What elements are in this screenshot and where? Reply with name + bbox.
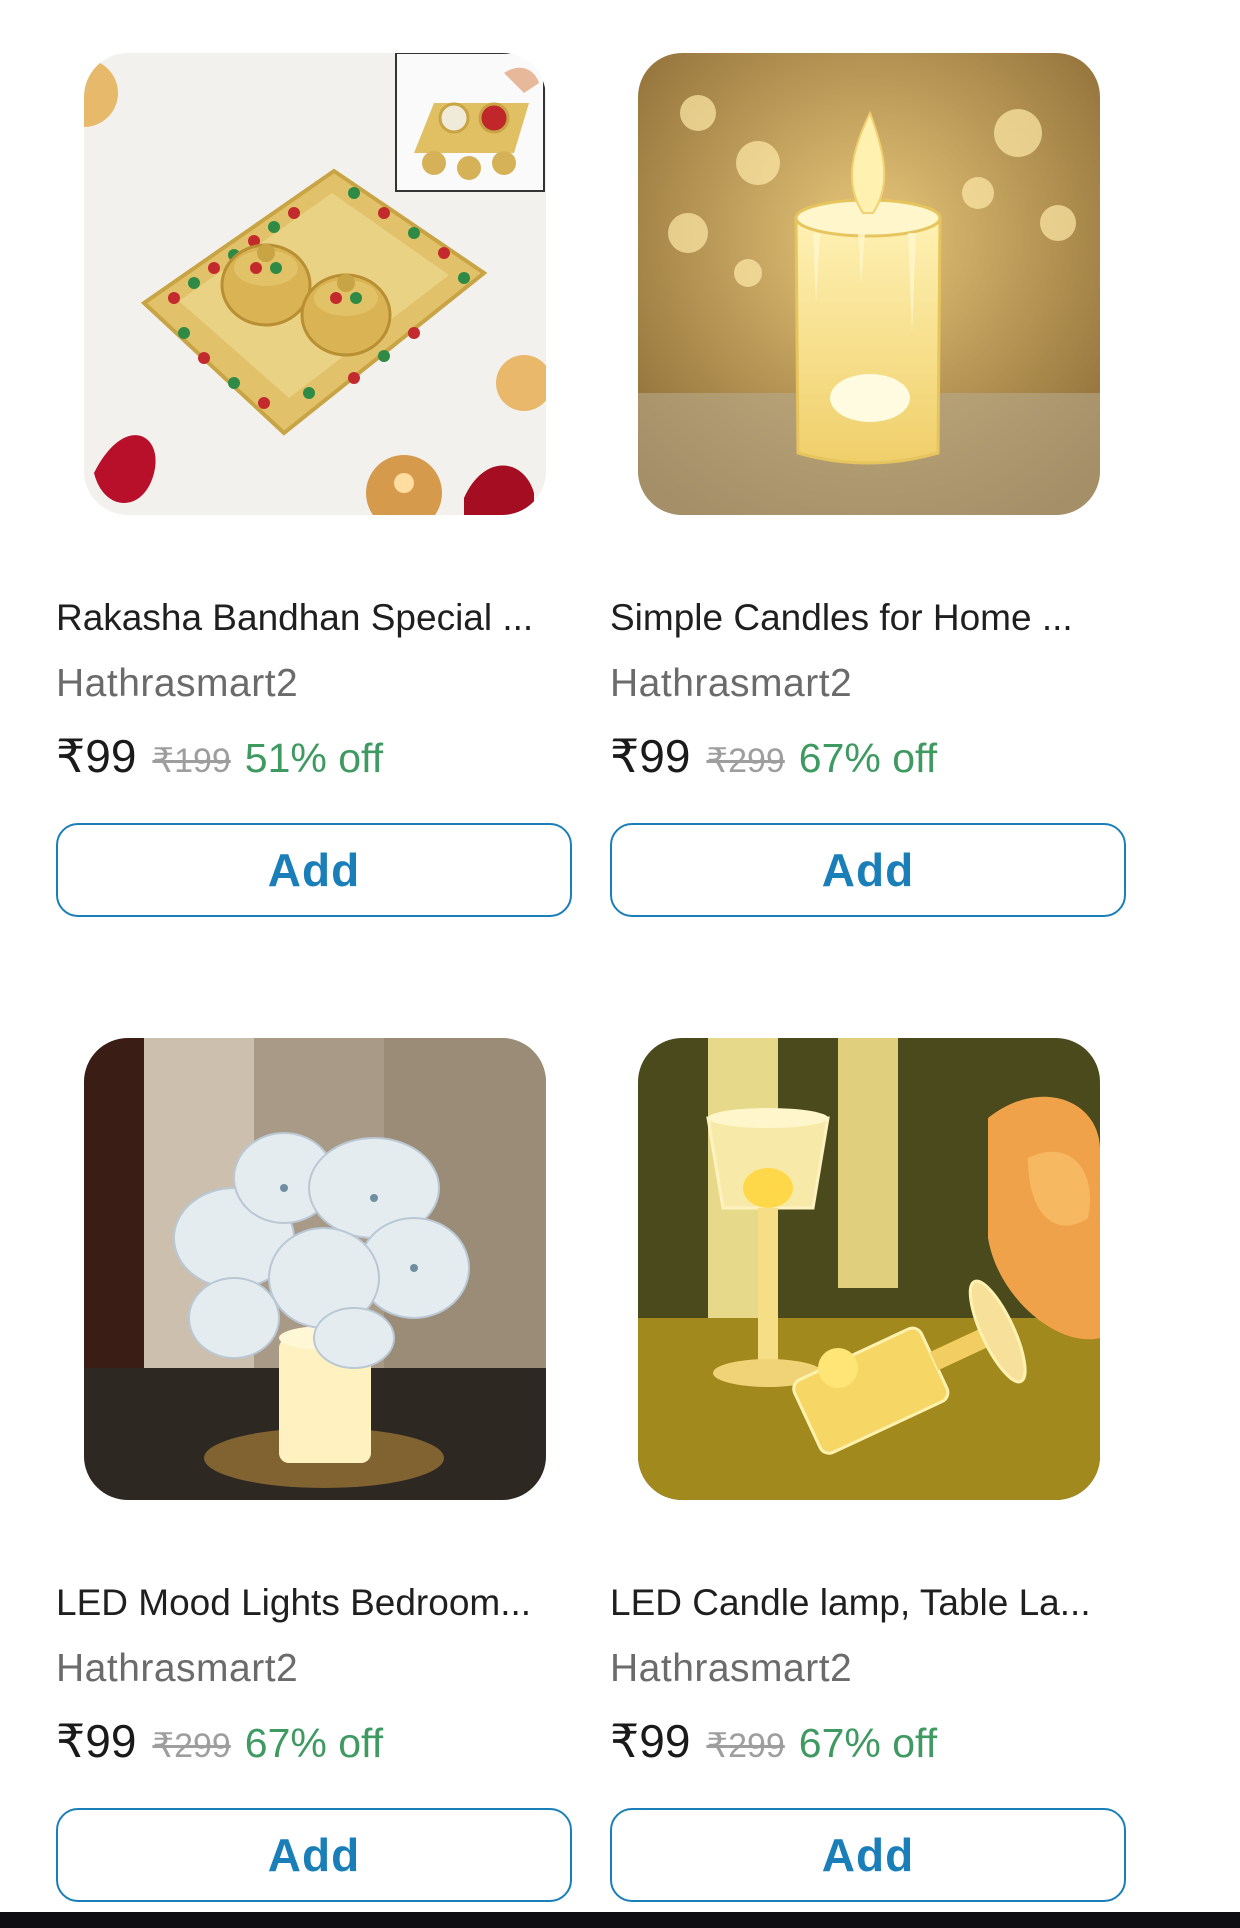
- discount-label: 67% off: [798, 735, 938, 781]
- seller-name: Hathrasmart2: [610, 662, 853, 705]
- crystal-lamp-image: [638, 1038, 1100, 1500]
- product-title[interactable]: Rakasha Bandhan Special ...: [56, 594, 576, 642]
- seller-name: Hathrasmart2: [610, 1647, 853, 1690]
- original-price: ₹199: [152, 742, 231, 780]
- product-image[interactable]: [638, 53, 1100, 515]
- led-candle-image: [638, 53, 1100, 515]
- system-navigation-bar: [0, 1912, 1240, 1928]
- price-row: ₹99 ₹199 51% off: [56, 729, 383, 789]
- product-title[interactable]: LED Candle lamp, Table La...: [610, 1579, 1130, 1627]
- price-row: ₹99 ₹299 67% off: [610, 729, 937, 789]
- discount-label: 67% off: [244, 1720, 384, 1766]
- original-price: ₹299: [706, 742, 785, 780]
- price-row: ₹99 ₹299 67% off: [56, 1714, 383, 1774]
- original-price: ₹299: [152, 1727, 231, 1765]
- product-title[interactable]: Simple Candles for Home ...: [610, 594, 1130, 642]
- product-image[interactable]: [638, 1038, 1100, 1500]
- price-row: ₹99 ₹299 67% off: [610, 1714, 937, 1774]
- seller-name: Hathrasmart2: [56, 662, 299, 705]
- add-to-cart-button[interactable]: Add: [610, 823, 1126, 917]
- sale-price: ₹99: [610, 730, 691, 782]
- product-title[interactable]: LED Mood Lights Bedroom...: [56, 1579, 576, 1627]
- original-price: ₹299: [706, 1727, 785, 1765]
- discount-label: 51% off: [244, 735, 384, 781]
- product-image[interactable]: [84, 53, 546, 515]
- add-to-cart-button[interactable]: Add: [56, 1808, 572, 1902]
- flower-mood-light-image: [84, 1038, 546, 1500]
- sale-price: ₹99: [56, 1715, 137, 1767]
- sale-price: ₹99: [56, 730, 137, 782]
- seller-name: Hathrasmart2: [56, 1647, 299, 1690]
- sale-price: ₹99: [610, 1715, 691, 1767]
- puja-thali-image: [84, 53, 546, 515]
- discount-label: 67% off: [798, 1720, 938, 1766]
- product-image[interactable]: [84, 1038, 546, 1500]
- add-to-cart-button[interactable]: Add: [610, 1808, 1126, 1902]
- add-to-cart-button[interactable]: Add: [56, 823, 572, 917]
